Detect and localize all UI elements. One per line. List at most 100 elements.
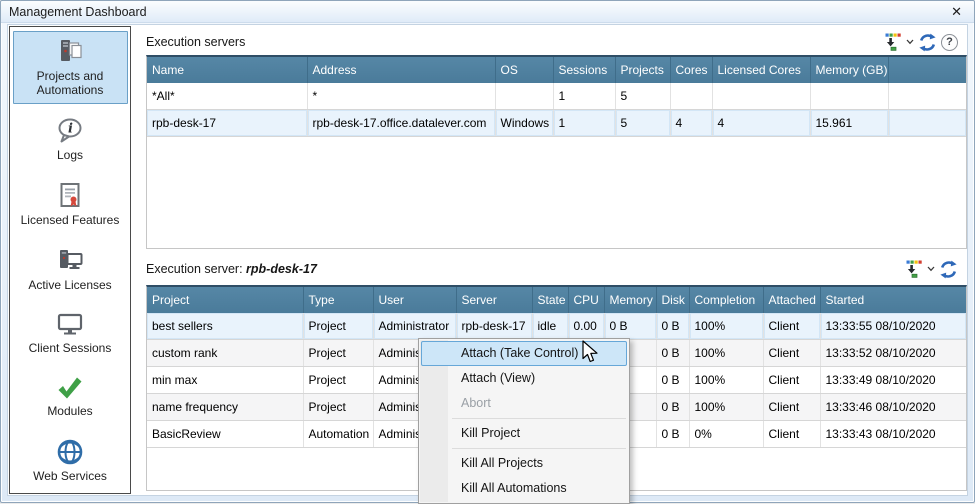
cell: 0 B [656, 340, 689, 367]
active-licenses-icon [55, 246, 85, 276]
cell: 13:33:43 08/10/2020 [820, 421, 966, 448]
jobs-panel-server-name: rpb-desk-17 [246, 262, 317, 276]
table-row-selected[interactable]: rpb-desk-17 rpb-desk-17.office.datalever… [147, 110, 966, 137]
cell: 4 [670, 110, 712, 137]
column-header[interactable]: Type [303, 287, 373, 313]
menu-item-kill-all-projects[interactable]: Kill All Projects [421, 451, 627, 476]
cell: 0 B [656, 394, 689, 421]
column-header[interactable]: Server [456, 287, 532, 313]
cell: 5 [615, 110, 670, 137]
column-header[interactable]: Memory (GB) [810, 57, 888, 83]
sidebar-item-label: Client Sessions [20, 341, 120, 355]
menu-separator [452, 448, 626, 449]
refresh-icon[interactable] [918, 33, 937, 52]
table-row-selected[interactable]: best sellers Project Administrator rpb-d… [147, 313, 966, 340]
execution-servers-grid: Name Address OS Sessions Projects Cores … [146, 55, 967, 249]
cell: 13:33:52 08/10/2020 [820, 340, 966, 367]
cell: 15.961 [810, 110, 888, 137]
cell: Project [303, 340, 373, 367]
column-header[interactable]: Memory [604, 287, 656, 313]
sidebar-item-label: Projects and Automations [20, 69, 120, 97]
column-header[interactable]: CPU [568, 287, 604, 313]
cell: 0 B [604, 313, 656, 340]
refresh-icon[interactable] [939, 260, 958, 279]
sidebar-item-licensed-features[interactable]: Licensed Features [13, 175, 128, 234]
sidebar-item-projects-and-automations[interactable]: Projects and Automations [13, 31, 128, 104]
export-grid-icon[interactable] [906, 260, 923, 278]
menu-item-kill-all-automations[interactable]: Kill All Automations [421, 476, 627, 501]
cell: Client [763, 367, 820, 394]
sidebar-item-active-licenses[interactable]: Active Licenses [13, 240, 128, 299]
modules-icon [55, 374, 85, 402]
column-header[interactable]: Started [820, 287, 966, 313]
sidebar-item-label: Active Licenses [20, 278, 120, 292]
servers-toolbar: ? [885, 33, 958, 52]
cell: Client [763, 313, 820, 340]
cell: 0 B [656, 421, 689, 448]
window-title: Management Dashboard [9, 5, 947, 19]
cell [670, 83, 712, 110]
menu-item-kill-project[interactable]: Kill Project [421, 421, 627, 446]
cell: rpb-desk-17 [456, 313, 532, 340]
cell: Automation [303, 421, 373, 448]
help-icon[interactable]: ? [941, 34, 958, 51]
sidebar-item-web-services[interactable]: Web Services [13, 431, 128, 490]
sidebar-item-label: Modules [20, 404, 120, 418]
cell [495, 83, 553, 110]
web-services-icon [55, 437, 85, 467]
column-header[interactable]: User [373, 287, 456, 313]
cell: 13:33:49 08/10/2020 [820, 367, 966, 394]
servers-panel-title: Execution servers [146, 35, 885, 49]
close-icon[interactable]: ✕ [947, 2, 966, 22]
chevron-down-icon[interactable] [927, 266, 935, 272]
cell: best sellers [147, 313, 303, 340]
cell: Client [763, 394, 820, 421]
sidebar-item-logs[interactable]: i Logs [13, 110, 128, 169]
export-grid-icon[interactable] [885, 33, 902, 51]
cell: 4 [712, 110, 810, 137]
column-header[interactable]: Disk [656, 287, 689, 313]
menu-separator [452, 418, 626, 419]
column-header[interactable]: Project [147, 287, 303, 313]
svg-text:i: i [68, 122, 73, 137]
titlebar: Management Dashboard ✕ [1, 1, 974, 23]
cell: 100% [689, 367, 763, 394]
client-sessions-icon [55, 311, 85, 339]
cell: 0 B [656, 367, 689, 394]
cell [810, 83, 888, 110]
column-header[interactable]: Address [307, 57, 495, 83]
cell: 100% [689, 394, 763, 421]
column-header[interactable]: State [532, 287, 568, 313]
column-header[interactable]: Cores [670, 57, 712, 83]
cell: BasicReview [147, 421, 303, 448]
cell: 13:33:55 08/10/2020 [820, 313, 966, 340]
sidebar: Projects and Automations i Logs [9, 26, 131, 494]
column-header[interactable]: Attached [763, 287, 820, 313]
column-header[interactable] [888, 57, 966, 83]
column-header[interactable]: OS [495, 57, 553, 83]
column-header[interactable]: Projects [615, 57, 670, 83]
cell: Project [303, 313, 373, 340]
menu-item-abort: Abort [421, 391, 627, 416]
cell: 0.00 [568, 313, 604, 340]
jobs-toolbar [906, 260, 958, 279]
cell: Project [303, 394, 373, 421]
table-row[interactable]: *All* * 1 5 [147, 83, 966, 110]
execution-servers-table: Name Address OS Sessions Projects Cores … [147, 57, 967, 137]
column-header[interactable]: Licensed Cores [712, 57, 810, 83]
licensed-features-icon [55, 181, 85, 211]
cell: 5 [615, 83, 670, 110]
cell: rpb-desk-17.office.datalever.com [307, 110, 495, 137]
cell: 100% [689, 340, 763, 367]
cell: min max [147, 367, 303, 394]
column-header[interactable]: Completion [689, 287, 763, 313]
chevron-down-icon[interactable] [906, 39, 914, 45]
sidebar-item-modules[interactable]: Modules [13, 368, 128, 425]
cell: 1 [553, 110, 615, 137]
column-header[interactable]: Sessions [553, 57, 615, 83]
menu-item-attach-view[interactable]: Attach (View) [421, 366, 627, 391]
sidebar-item-client-sessions[interactable]: Client Sessions [13, 305, 128, 362]
cell: 13:33:46 08/10/2020 [820, 394, 966, 421]
column-header[interactable]: Name [147, 57, 307, 83]
cell [712, 83, 810, 110]
